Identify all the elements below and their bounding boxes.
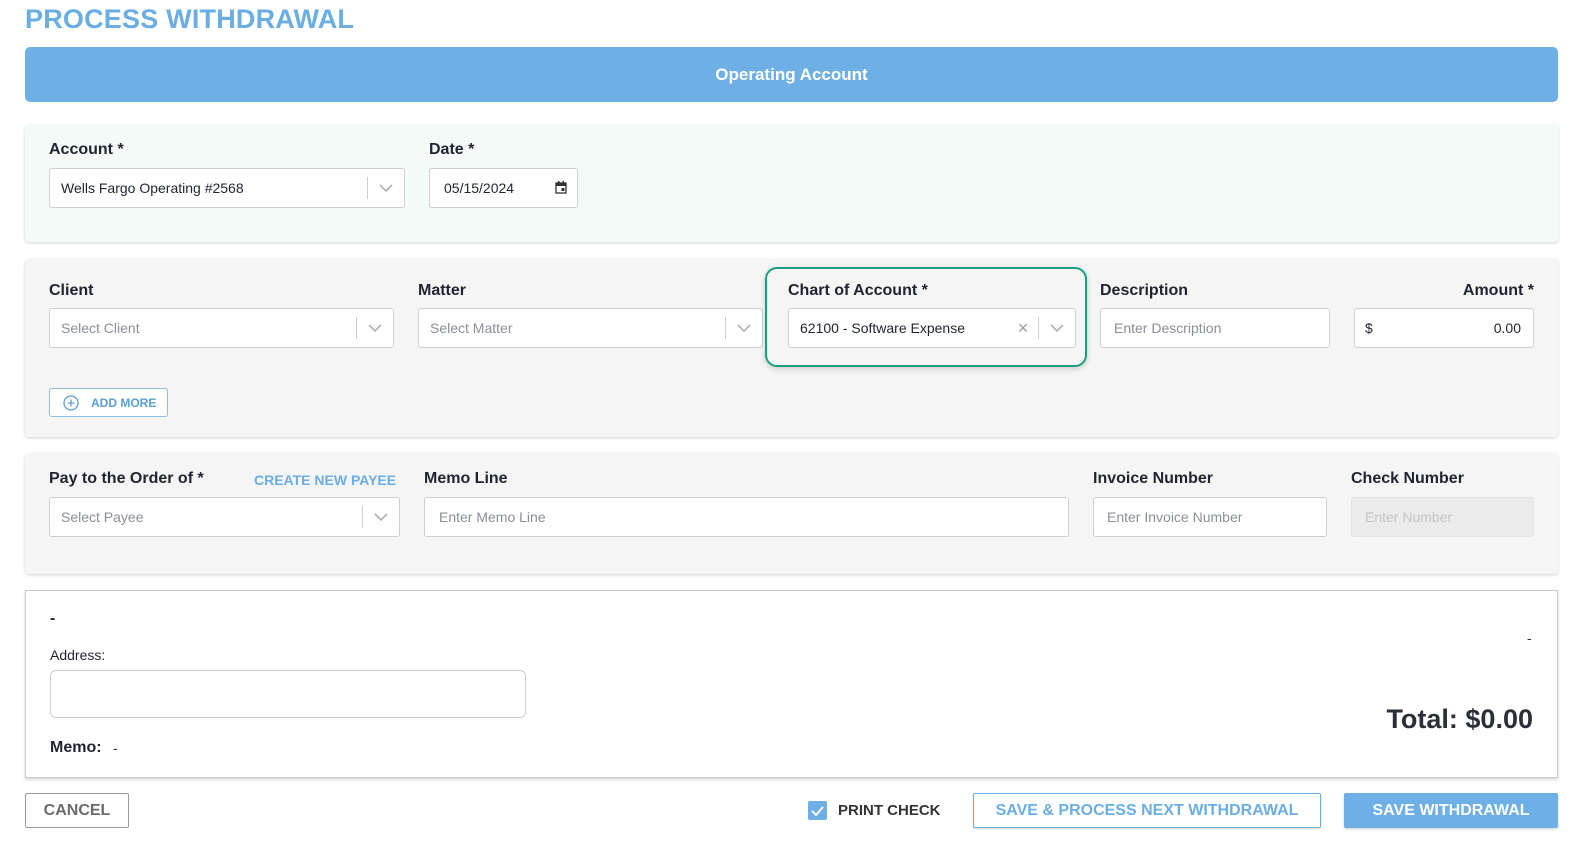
payee-select[interactable]: Select Payee <box>49 497 400 537</box>
add-more-label: ADD MORE <box>91 395 157 410</box>
page-title: PROCESS WITHDRAWAL <box>25 4 355 34</box>
client-select[interactable]: Select Client <box>49 308 394 348</box>
currency-symbol: $ <box>1365 320 1373 336</box>
invoice-number-label: Invoice Number <box>1093 470 1214 487</box>
check-payee-name: - <box>50 610 56 627</box>
calendar-icon[interactable] <box>555 181 567 197</box>
amount-value: 0.00 <box>1493 320 1521 336</box>
check-top-right-value: - <box>1527 630 1532 646</box>
print-check-checkbox[interactable] <box>808 801 827 820</box>
save-label: SAVE WITHDRAWAL <box>1372 801 1530 819</box>
account-value: Wells Fargo Operating #2568 <box>61 180 244 196</box>
account-select[interactable]: Wells Fargo Operating #2568 <box>49 168 405 208</box>
save-next-label: SAVE & PROCESS NEXT WITHDRAWAL <box>995 801 1299 819</box>
chevron-down-icon[interactable] <box>1039 309 1075 347</box>
description-input[interactable]: Enter Description <box>1100 308 1330 348</box>
matter-label: Matter <box>418 282 467 299</box>
create-new-payee-link[interactable]: CREATE NEW PAYEE <box>254 472 396 488</box>
matter-select[interactable]: Select Matter <box>418 308 763 348</box>
plus-circle-icon <box>63 394 79 411</box>
memo-line-label: Memo Line <box>424 470 508 487</box>
address-label: Address: <box>50 647 106 663</box>
chart-of-account-label: Chart of Account * <box>788 282 928 299</box>
checkmark-icon <box>811 805 824 816</box>
chart-of-account-value: 62100 - Software Expense <box>800 320 965 336</box>
banner-label: Operating Account <box>715 64 868 84</box>
save-withdrawal-button[interactable]: SAVE WITHDRAWAL <box>1344 793 1558 828</box>
amount-label: Amount * <box>1462 282 1534 299</box>
account-type-banner: Operating Account <box>25 47 1558 102</box>
check-number-label: Check Number <box>1351 470 1464 487</box>
chart-of-account-select[interactable]: 62100 - Software Expense × <box>788 308 1076 348</box>
date-input[interactable]: 05/15/2024 <box>429 168 578 208</box>
invoice-number-placeholder: Enter Invoice Number <box>1107 509 1243 525</box>
memo-line-input[interactable]: Enter Memo Line <box>424 497 1069 537</box>
invoice-number-input[interactable]: Enter Invoice Number <box>1093 497 1327 537</box>
amount-input[interactable]: $ 0.00 <box>1354 308 1534 348</box>
check-memo-value: - <box>113 740 118 756</box>
clear-icon[interactable]: × <box>1008 309 1038 347</box>
payee-placeholder: Select Payee <box>61 509 144 525</box>
matter-placeholder: Select Matter <box>430 320 513 336</box>
chevron-down-icon[interactable] <box>363 498 399 536</box>
check-memo-label: Memo: <box>50 739 102 756</box>
check-number-input: Enter Number <box>1351 497 1534 537</box>
client-label: Client <box>49 282 94 299</box>
add-more-button[interactable]: ADD MORE <box>49 388 168 417</box>
check-number-placeholder: Enter Number <box>1365 509 1453 525</box>
account-label: Account * <box>49 141 124 158</box>
date-value: 05/15/2024 <box>444 180 515 196</box>
description-placeholder: Enter Description <box>1114 320 1222 336</box>
payee-label: Pay to the Order of * <box>49 470 204 487</box>
description-label: Description <box>1100 282 1189 299</box>
client-placeholder: Select Client <box>61 320 140 336</box>
memo-line-placeholder: Enter Memo Line <box>439 509 546 525</box>
cancel-button[interactable]: CANCEL <box>25 793 129 828</box>
check-total: Total: $0.00 <box>1386 704 1533 734</box>
date-label: Date * <box>429 141 475 158</box>
cancel-label: CANCEL <box>43 801 111 819</box>
chevron-down-icon[interactable] <box>368 169 404 207</box>
save-and-process-next-button[interactable]: SAVE & PROCESS NEXT WITHDRAWAL <box>973 793 1321 828</box>
chevron-down-icon[interactable] <box>726 309 762 347</box>
chevron-down-icon[interactable] <box>357 309 393 347</box>
address-box <box>50 670 526 718</box>
print-check-label[interactable]: PRINT CHECK <box>838 802 941 819</box>
